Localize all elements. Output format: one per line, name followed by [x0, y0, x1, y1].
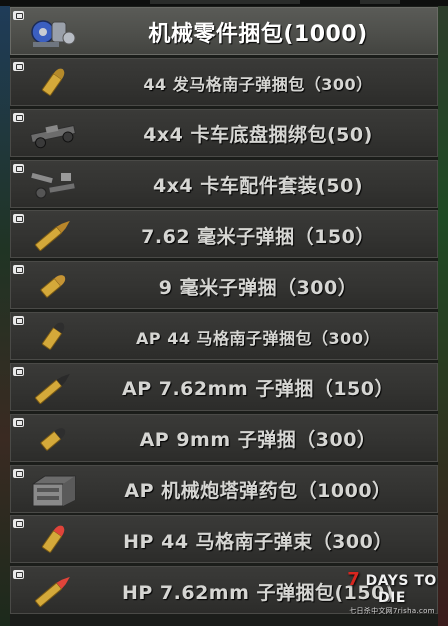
item-name: 4x4 卡车底盘捆绑包(50)	[143, 124, 373, 147]
magnum-bullet-icon	[41, 68, 65, 96]
bundle-badge-icon	[13, 61, 24, 71]
bundle-badge-icon	[13, 214, 24, 224]
list-item-44-magnum-bundle[interactable]: 44 发马格南子弹捆包（300）	[10, 57, 438, 106]
item-name: 9 毫米子弹捆（300）	[158, 276, 358, 299]
item-name: 4x4 卡车配件套装(50)	[152, 175, 364, 198]
top-bar-field	[150, 0, 300, 4]
list-item-truck-chassis[interactable]: 4x4 卡车底盘捆绑包(50)	[10, 108, 438, 157]
list-item-truck-accessories[interactable]: 4x4 卡车配件套装(50)	[10, 159, 438, 208]
ap-magnum-bullet-icon	[41, 322, 65, 350]
hp-rifle-round-icon	[35, 577, 70, 608]
list-item-762-bundle[interactable]: 7.62 毫米子弹捆（150）	[10, 210, 438, 259]
truck-accessories-icon	[29, 171, 76, 199]
game-watermark: 7 DAYS TO DIE 七日杀中文网7risha.com	[346, 569, 438, 616]
item-name: 44 发马格南子弹捆包（300）	[143, 74, 373, 94]
item-name: 7.62 毫米子弹捆（150）	[141, 225, 375, 248]
bundle-badge-icon	[13, 265, 24, 275]
pistol-round-icon	[40, 275, 66, 298]
watermark-title-text: DAYS TO DIE	[365, 573, 437, 606]
turret-ammo-box-icon	[32, 475, 76, 507]
bundle-badge-icon	[13, 11, 24, 20]
list-item-hp-44-magnum[interactable]: HP 44 马格南子弹束（300）	[10, 515, 438, 564]
background-edge-right	[438, 0, 448, 626]
ap-pistol-round-icon	[40, 427, 66, 451]
item-name: AP 9mm 子弹捆（300）	[139, 429, 377, 452]
bundle-badge-icon	[13, 570, 24, 580]
bundle-badge-icon	[13, 468, 24, 478]
list-item-ap-9mm[interactable]: AP 9mm 子弹捆（300）	[10, 413, 438, 462]
watermark-title-number: 7	[347, 569, 361, 590]
list-item-9mm-bundle[interactable]: 9 毫米子弹捆（300）	[10, 261, 438, 310]
watermark-subtitle: 七日杀中文网7risha.com	[349, 607, 435, 615]
item-name: AP 7.62mm 子弹捆（150）	[122, 378, 394, 401]
bundle-badge-icon	[13, 366, 24, 376]
top-bar-field	[360, 0, 400, 4]
item-name: AP 机械炮塔弹药包（1000）	[124, 480, 392, 503]
ap-rifle-round-icon	[35, 373, 70, 404]
list-item-mechanical-parts[interactable]: 机械零件捆包(1000)	[10, 7, 438, 55]
item-name: 机械零件捆包(1000)	[148, 22, 368, 47]
mechanical-parts-icon	[31, 20, 76, 47]
item-name: AP 44 马格南子弹捆包（300）	[136, 329, 380, 349]
top-bar	[0, 0, 448, 6]
truck-chassis-icon	[30, 124, 76, 148]
item-list: 机械零件捆包(1000) 44 发马格南子弹捆包（300） 4x4 卡车底盘捆绑…	[10, 7, 438, 617]
rifle-round-icon	[35, 221, 70, 252]
item-name: HP 44 马格南子弹束（300）	[123, 530, 393, 553]
bundle-badge-icon	[13, 417, 24, 427]
list-item-ap-762[interactable]: AP 7.62mm 子弹捆（150）	[10, 362, 438, 411]
list-item-ap-44-magnum[interactable]: AP 44 马格南子弹捆包（300）	[10, 312, 438, 361]
hp-magnum-bullet-icon	[41, 526, 65, 554]
bundle-badge-icon	[13, 163, 24, 173]
bundle-badge-icon	[13, 316, 24, 326]
background-edge-left	[0, 0, 10, 626]
list-item-ap-turret-ammo[interactable]: AP 机械炮塔弹药包（1000）	[10, 464, 438, 513]
watermark-title: 7 DAYS TO DIE	[346, 569, 438, 606]
bundle-badge-icon	[13, 112, 24, 122]
bundle-badge-icon	[13, 519, 24, 529]
